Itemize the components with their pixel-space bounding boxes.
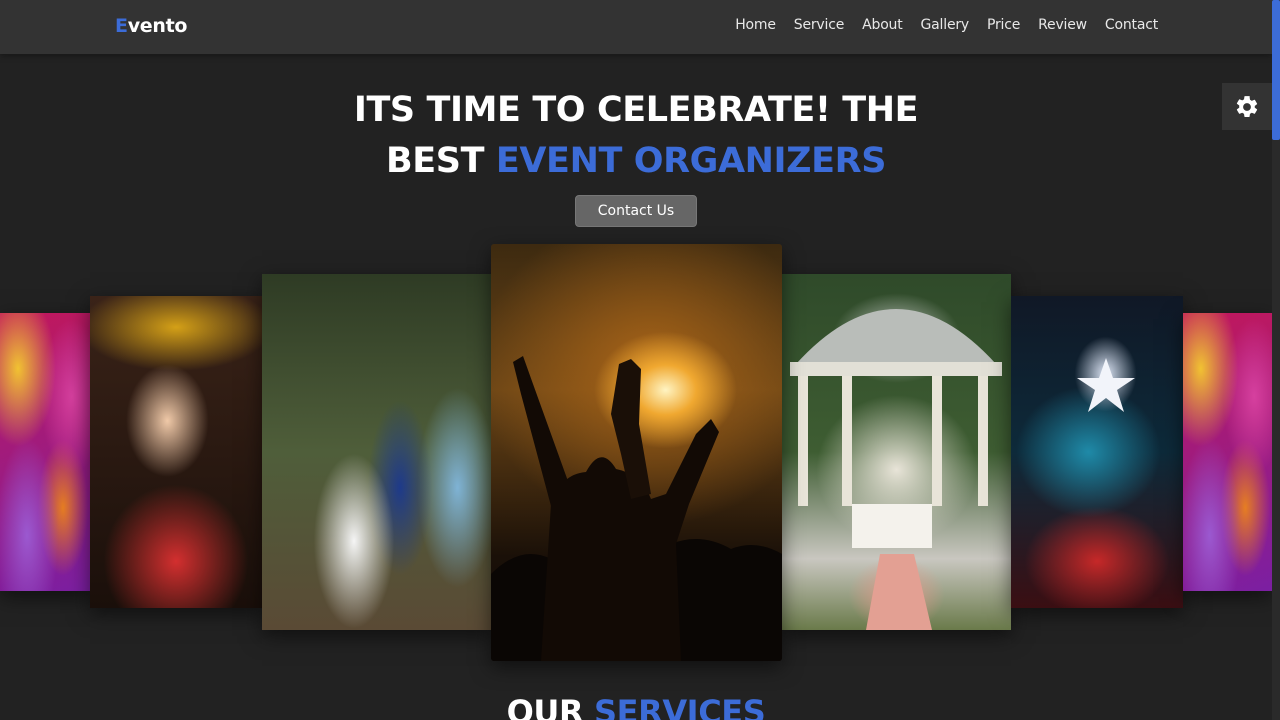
hero-line-1: ITS TIME TO CELEBRATE! THE (353, 90, 919, 130)
page-scrollbar[interactable] (1272, 0, 1280, 720)
nightclub-star-decoration (1077, 358, 1135, 412)
logo[interactable]: Evento (115, 15, 187, 37)
hero-accent: EVENT ORGANIZERS (495, 141, 887, 181)
gallery-image-birthday[interactable] (90, 296, 262, 608)
nav-contact[interactable]: Contact (1105, 17, 1158, 33)
gazebo-shape (790, 309, 1002, 630)
gallery-image-holi-left[interactable] (0, 313, 90, 591)
logo-accent-letter: E (115, 15, 128, 37)
site-header: Evento Home Service About Gallery Price … (0, 0, 1272, 54)
nav-gallery[interactable]: Gallery (921, 17, 970, 33)
gallery-image-holi-right[interactable] (1183, 313, 1272, 591)
birthday-photo (90, 296, 262, 608)
services-heading-accent: SERVICES (593, 693, 766, 720)
wedding-photo (262, 274, 492, 630)
hero-title: ITS TIME TO CELEBRATE! THE BEST EVENT OR… (0, 85, 1272, 187)
main-nav: Home Service About Gallery Price Review … (735, 17, 1158, 33)
nav-service[interactable]: Service (794, 17, 845, 33)
contact-us-button[interactable]: Contact Us (575, 195, 697, 227)
concert-crowd-silhouette (491, 356, 782, 661)
hero-line-2: BEST (386, 141, 496, 181)
services-heading: OUR SERVICES (0, 693, 1272, 720)
gear-icon (1236, 95, 1258, 117)
services-heading-plain: OUR (506, 693, 594, 720)
gallery-image-nightclub[interactable] (1011, 296, 1183, 608)
gallery-image-concert[interactable] (491, 244, 782, 661)
nav-home[interactable]: Home (735, 17, 776, 33)
holi-photo (1183, 313, 1272, 591)
nav-about[interactable]: About (862, 17, 903, 33)
nav-review[interactable]: Review (1038, 17, 1087, 33)
gallery-image-gazebo[interactable] (782, 274, 1011, 630)
nav-price[interactable]: Price (987, 17, 1020, 33)
settings-button[interactable] (1222, 83, 1272, 130)
holi-photo (0, 313, 90, 591)
gallery-image-wedding[interactable] (262, 274, 492, 630)
logo-text: vento (127, 15, 188, 37)
scrollbar-thumb[interactable] (1272, 0, 1280, 140)
